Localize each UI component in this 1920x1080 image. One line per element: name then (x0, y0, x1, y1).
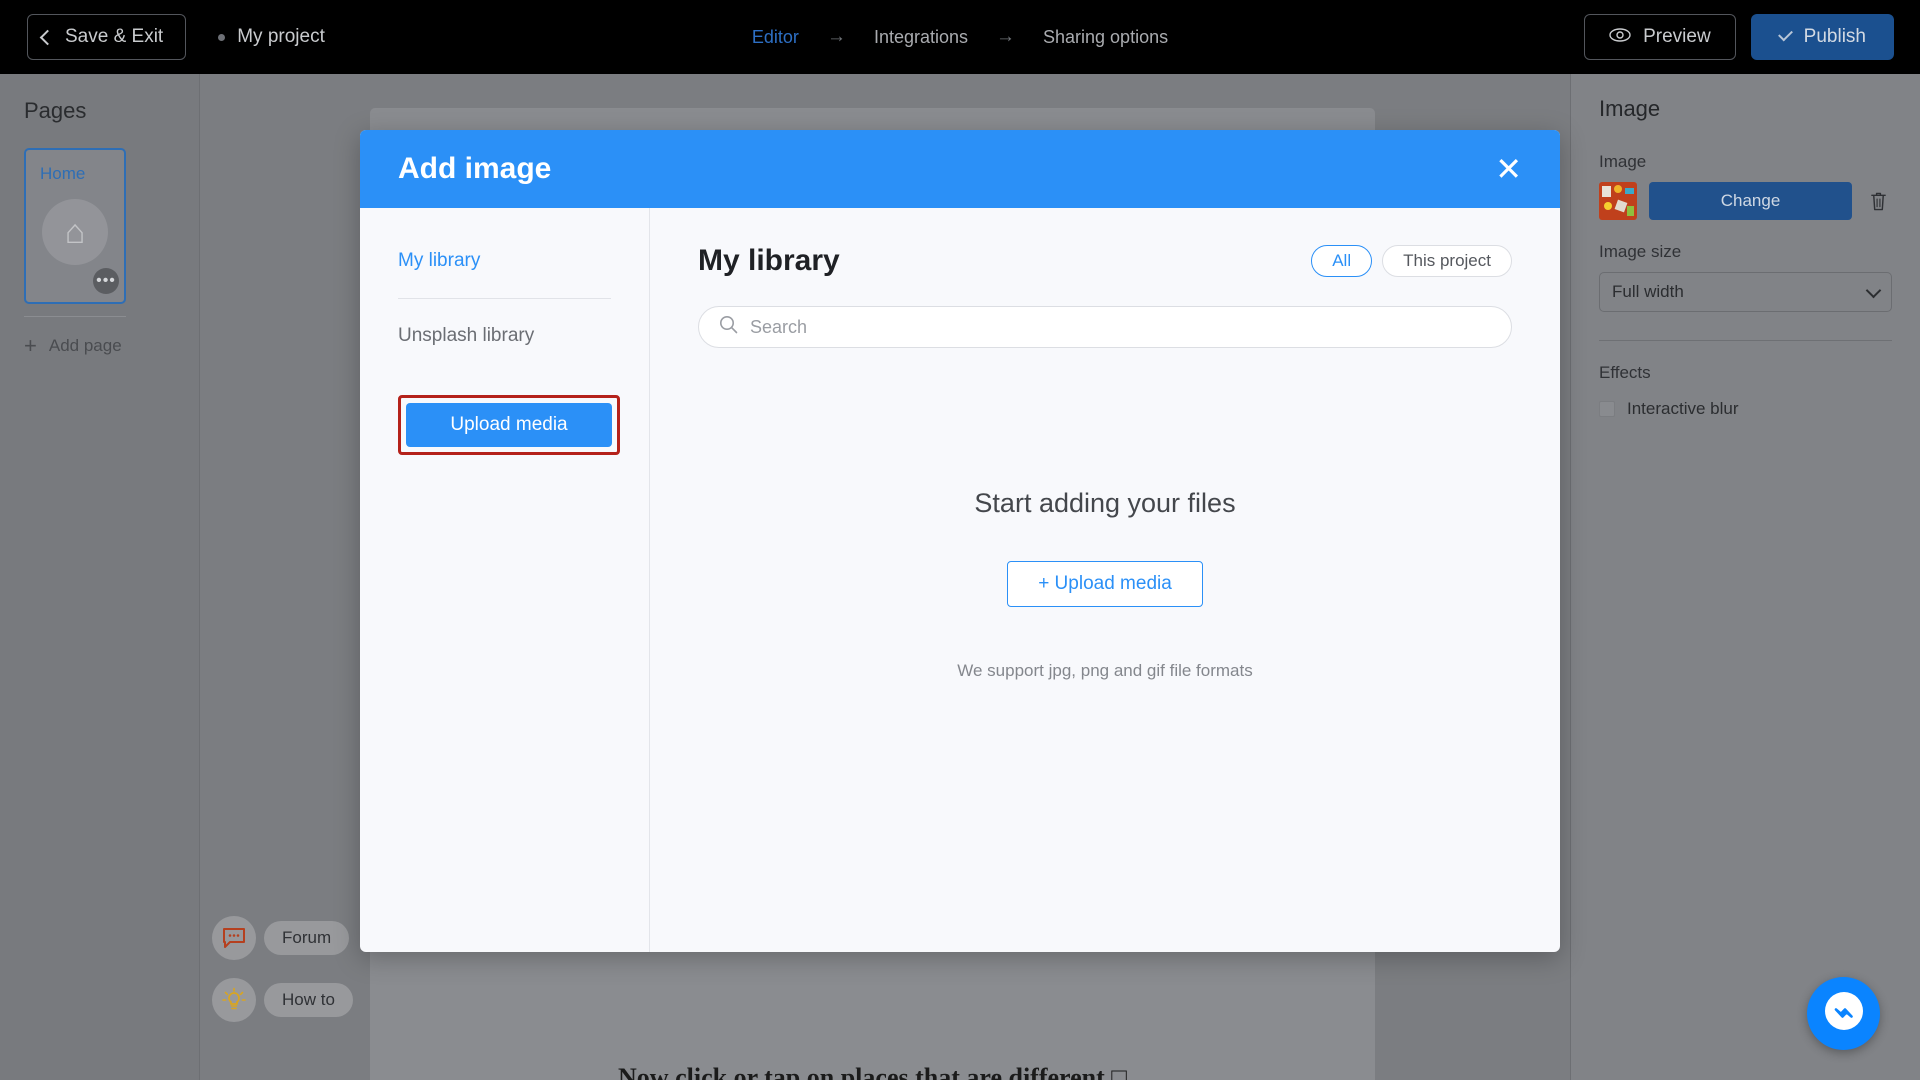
empty-state-title: Start adding your files (974, 488, 1236, 518)
supported-formats-note: We support jpg, png and gif file formats (957, 661, 1253, 680)
upload-media-highlight: Upload media (398, 395, 620, 455)
empty-state: Start adding your files + Upload media W… (698, 488, 1512, 681)
sidebar-item-unsplash-library[interactable]: Unsplash library (398, 325, 611, 347)
modal-sidebar: My library Unsplash library Upload media (360, 208, 650, 952)
app-root: Save & Exit My project Editor → Integrat… (0, 0, 1920, 1080)
modal-title: Add image (398, 152, 552, 185)
close-icon[interactable]: ✕ (1485, 149, 1532, 189)
modal-content: My library All This project Search Start… (650, 208, 1560, 952)
empty-upload-media-button[interactable]: + Upload media (1007, 561, 1203, 607)
add-image-modal: Add image ✕ My library Unsplash library … (360, 130, 1560, 952)
filter-this-project[interactable]: This project (1382, 245, 1512, 277)
search-input[interactable] (750, 316, 1491, 338)
sidebar-item-my-library[interactable]: My library (398, 250, 611, 272)
filter-all[interactable]: All (1311, 245, 1373, 277)
modal-body: My library Unsplash library Upload media… (360, 208, 1560, 952)
library-header: My library All This project (698, 244, 1512, 278)
library-title: My library (698, 244, 840, 277)
modal-sidebar-divider (398, 298, 611, 299)
upload-media-button[interactable]: Upload media (406, 403, 612, 447)
library-filter-group: All This project (1311, 245, 1512, 277)
search-bar[interactable] (698, 306, 1512, 348)
modal-header: Add image ✕ (360, 130, 1560, 208)
search-icon (719, 315, 738, 339)
